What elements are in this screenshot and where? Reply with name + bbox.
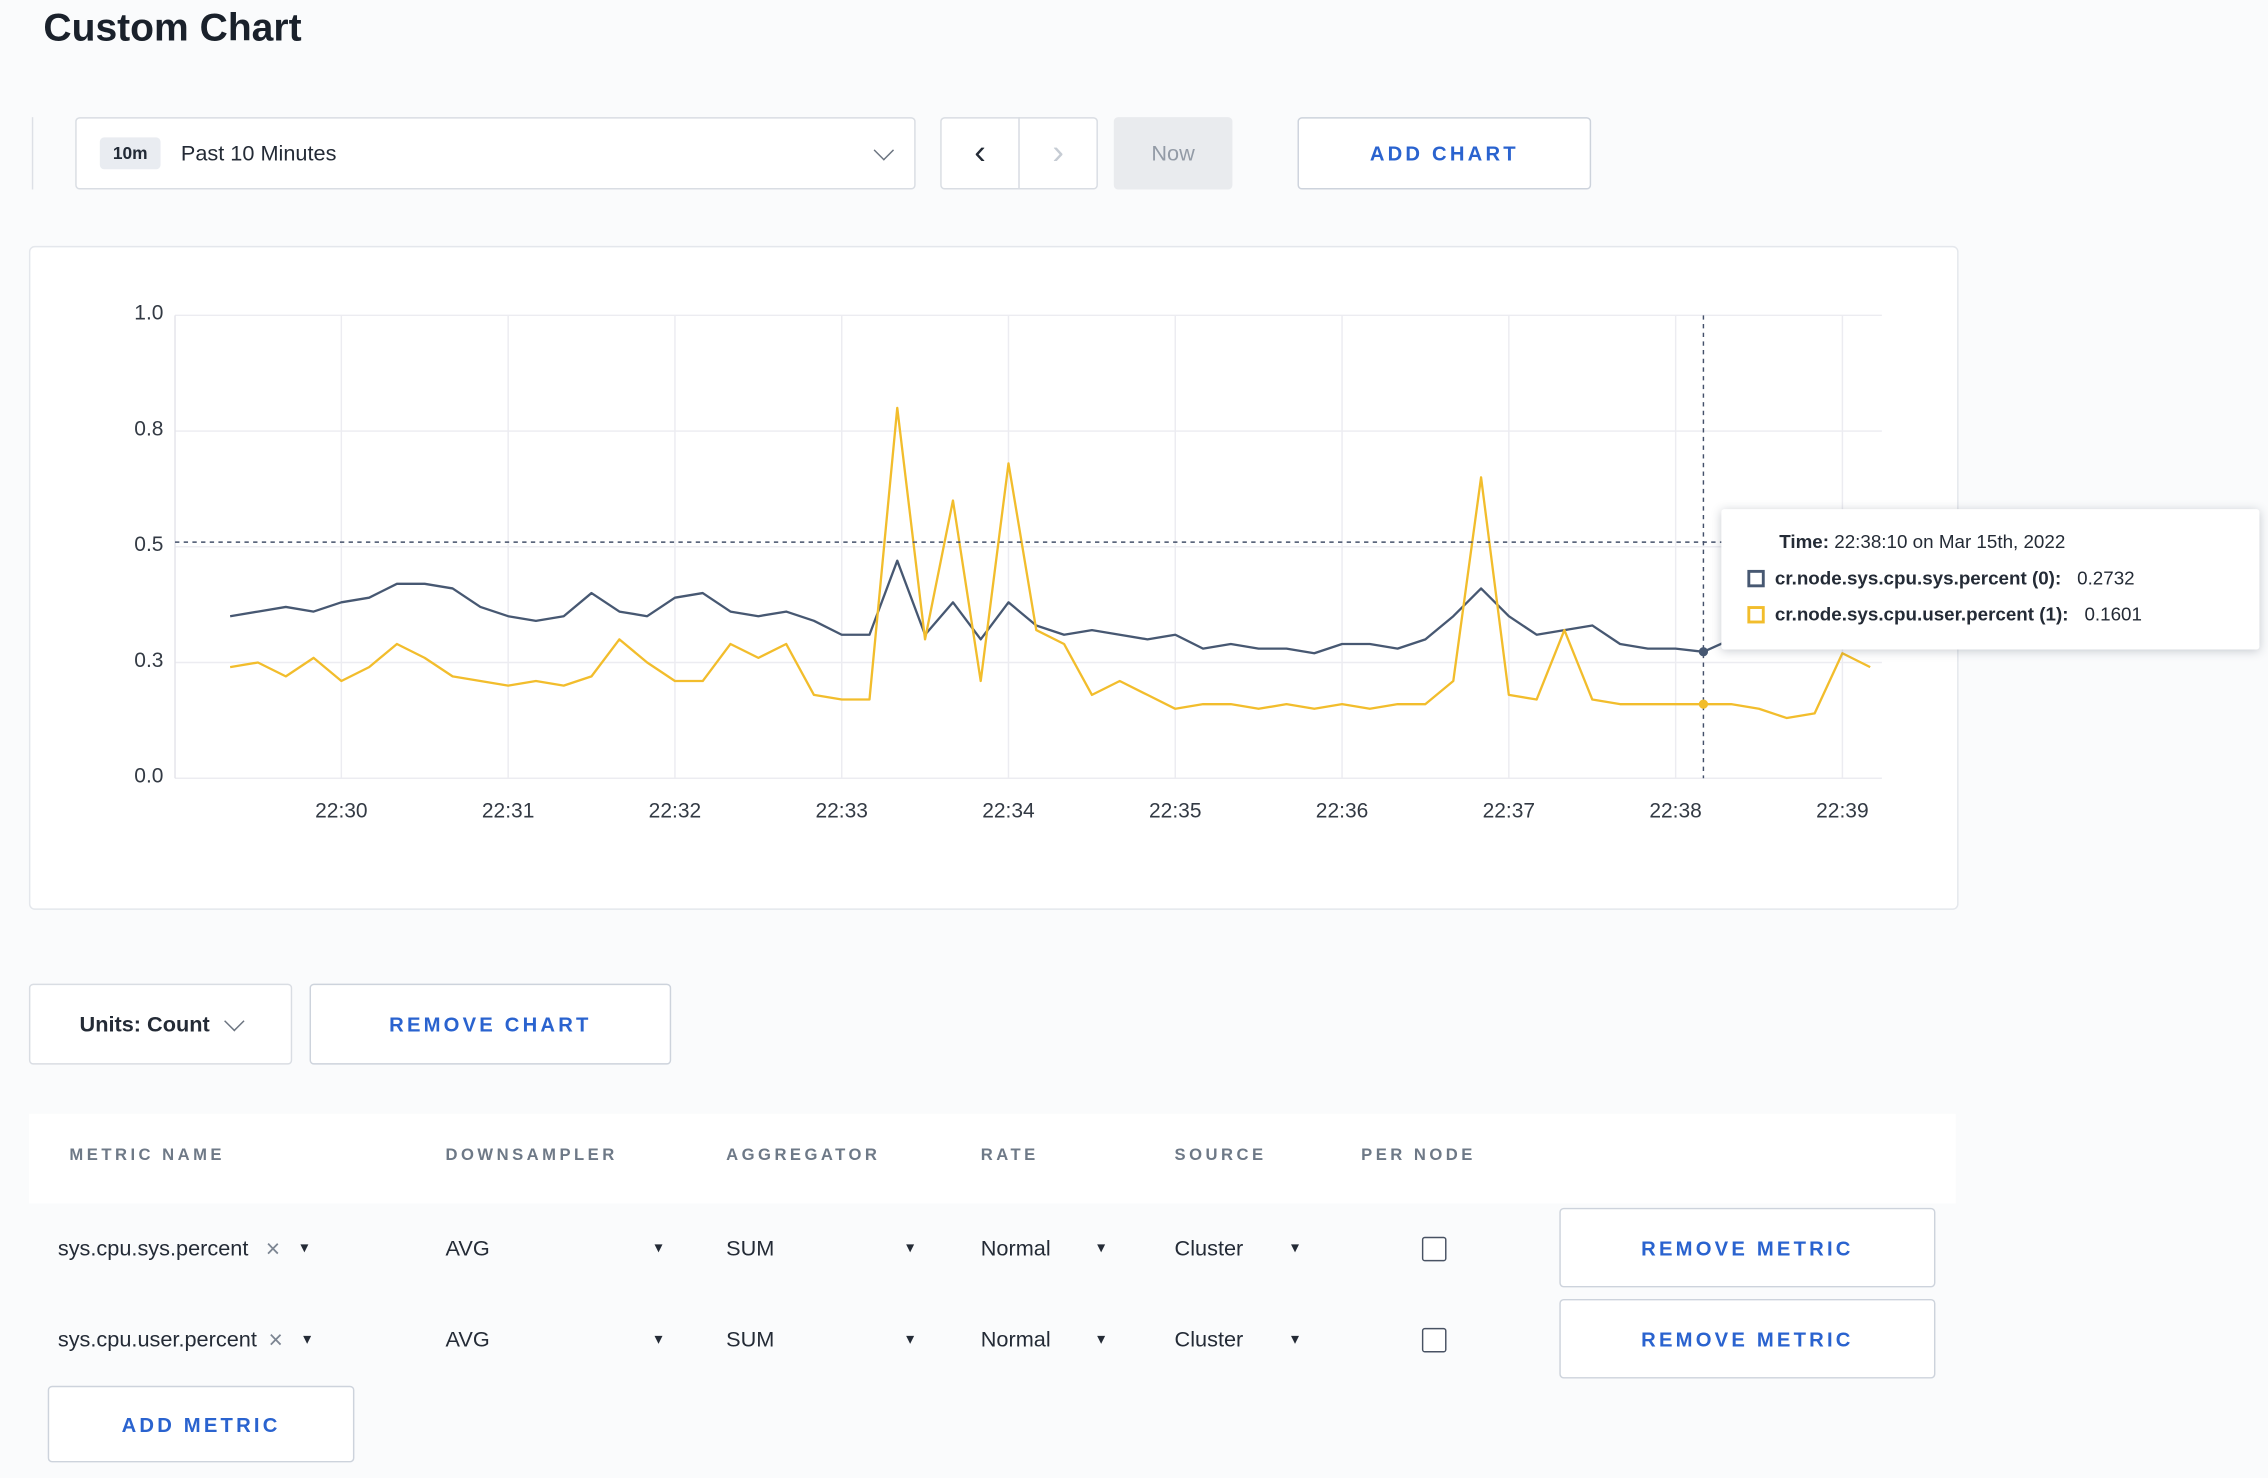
tooltip-series-value: 0.2732 bbox=[2077, 567, 2135, 589]
metric-name: sys.cpu.user.percent bbox=[57, 1327, 257, 1353]
dropdown-caret-icon: ▾ bbox=[300, 1239, 309, 1258]
source-select[interactable]: Cluster ▾ bbox=[1175, 1295, 1299, 1386]
tooltip-series-row: cr.node.sys.cpu.user.percent (1): 0.1601 bbox=[1747, 603, 2233, 625]
metrics-table-header: METRIC NAME DOWNSAMPLER AGGREGATOR RATE … bbox=[28, 1113, 1956, 1204]
clear-icon[interactable]: × bbox=[268, 1328, 282, 1353]
x-tick-label: 22:30 bbox=[315, 799, 368, 824]
dropdown-caret-icon: ▾ bbox=[906, 1330, 915, 1349]
downsampler-value: AVG bbox=[445, 1236, 490, 1262]
downsampler-value: AVG bbox=[445, 1327, 490, 1353]
x-tick-label: 22:36 bbox=[1315, 799, 1369, 824]
y-tick-label: 1.0 bbox=[134, 302, 164, 326]
col-header-source: SOURCE bbox=[1174, 1147, 1267, 1165]
x-tick-label: 22:37 bbox=[1482, 799, 1536, 824]
prev-time-button[interactable]: ‹ bbox=[940, 117, 1020, 190]
x-tick-label: 22:31 bbox=[481, 799, 535, 824]
dropdown-caret-icon: ▾ bbox=[1097, 1330, 1106, 1349]
chevron-left-icon: ‹ bbox=[974, 133, 986, 173]
time-range-dropdown[interactable]: 10m Past 10 Minutes bbox=[75, 117, 916, 190]
tooltip-series-name: cr.node.sys.cpu.sys.percent (0): bbox=[1774, 567, 2062, 589]
dropdown-caret-icon: ▾ bbox=[303, 1330, 312, 1349]
dropdown-caret-icon: ▾ bbox=[654, 1330, 663, 1349]
series-swatch-icon bbox=[1747, 605, 1765, 623]
tooltip-time-label: Time: bbox=[1779, 530, 1830, 553]
tooltip-series-name: cr.node.sys.cpu.user.percent (1): bbox=[1774, 603, 2069, 625]
rate-select[interactable]: Normal ▾ bbox=[981, 1203, 1105, 1294]
metric-name: sys.cpu.sys.percent bbox=[57, 1236, 249, 1262]
col-header-downsampler: DOWNSAMPLER bbox=[445, 1147, 618, 1165]
per-node-checkbox[interactable] bbox=[1421, 1327, 1447, 1353]
dropdown-caret-icon: ▾ bbox=[654, 1239, 663, 1258]
next-time-button[interactable]: › bbox=[1018, 117, 1098, 190]
table-row: sys.cpu.sys.percent × ▾ AVG ▾ SUM ▾ Norm… bbox=[29, 1203, 1956, 1294]
per-node-checkbox[interactable] bbox=[1421, 1236, 1447, 1262]
time-range-badge: 10m bbox=[99, 137, 161, 170]
toolbar-divider bbox=[31, 117, 34, 190]
chevron-down-icon bbox=[873, 140, 895, 161]
time-pager: ‹ › bbox=[940, 117, 1098, 190]
chart-card: 0.0 0.3 0.5 0.8 1.0 22:30 22:31 22:32 22:33 22:3… bbox=[28, 245, 1959, 910]
x-tick-label: 22:38 bbox=[1649, 799, 1702, 824]
tooltip-time-row: Time: 22:38:10 on Mar 15th, 2022 bbox=[1779, 531, 2233, 553]
aggregator-select[interactable]: SUM ▾ bbox=[726, 1203, 914, 1294]
source-value: Cluster bbox=[1174, 1236, 1244, 1262]
x-tick-label: 22:32 bbox=[648, 799, 702, 824]
add-chart-button[interactable]: ADD CHART bbox=[1297, 117, 1592, 190]
metric-name-select[interactable]: sys.cpu.sys.percent × ▾ bbox=[58, 1203, 309, 1294]
col-header-per-node: PER NODE bbox=[1361, 1147, 1476, 1165]
clear-icon[interactable]: × bbox=[266, 1237, 280, 1262]
y-tick-label: 0.5 bbox=[134, 533, 164, 557]
tooltip-series-value: 0.1601 bbox=[2084, 603, 2142, 625]
metric-name-select[interactable]: sys.cpu.user.percent × ▾ bbox=[58, 1295, 311, 1386]
rate-value: Normal bbox=[980, 1236, 1051, 1262]
units-label: Units: Count bbox=[79, 1011, 210, 1037]
x-tick-label: 22:33 bbox=[815, 799, 868, 824]
source-select[interactable]: Cluster ▾ bbox=[1175, 1203, 1299, 1294]
rate-value: Normal bbox=[980, 1327, 1051, 1353]
chevron-right-icon: › bbox=[1052, 133, 1064, 173]
per-node-cell bbox=[1421, 1295, 1447, 1386]
aggregator-value: SUM bbox=[726, 1236, 775, 1262]
remove-metric-button[interactable]: REMOVE METRIC bbox=[1559, 1298, 1936, 1379]
x-tick-label: 22:34 bbox=[982, 799, 1035, 824]
chart-tooltip: Time: 22:38:10 on Mar 15th, 2022 cr.node… bbox=[1721, 509, 2260, 650]
source-value: Cluster bbox=[1174, 1327, 1244, 1353]
remove-metric-button[interactable]: REMOVE METRIC bbox=[1559, 1207, 1936, 1288]
downsampler-select[interactable]: AVG ▾ bbox=[446, 1295, 663, 1386]
dropdown-caret-icon: ▾ bbox=[1290, 1330, 1299, 1349]
rate-select[interactable]: Normal ▾ bbox=[981, 1295, 1105, 1386]
x-tick-label: 22:39 bbox=[1816, 799, 1869, 824]
dropdown-caret-icon: ▾ bbox=[1290, 1239, 1299, 1258]
chevron-down-icon bbox=[224, 1011, 245, 1032]
per-node-cell bbox=[1421, 1203, 1447, 1294]
y-tick-label: 0.8 bbox=[134, 418, 164, 442]
series-swatch-icon bbox=[1747, 569, 1765, 587]
add-metric-button[interactable]: ADD METRIC bbox=[47, 1385, 355, 1463]
tooltip-time-value: 22:38:10 on Mar 15th, 2022 bbox=[1834, 530, 2066, 553]
dropdown-caret-icon: ▾ bbox=[1097, 1239, 1106, 1258]
aggregator-value: SUM bbox=[726, 1327, 775, 1353]
tooltip-series-row: cr.node.sys.cpu.sys.percent (0): 0.2732 bbox=[1747, 567, 2233, 589]
y-tick-label: 0.3 bbox=[134, 649, 164, 673]
now-button[interactable]: Now bbox=[1113, 117, 1233, 190]
y-tick-label: 0.0 bbox=[134, 765, 164, 789]
table-row: sys.cpu.user.percent × ▾ AVG ▾ SUM ▾ Nor… bbox=[29, 1295, 1956, 1386]
units-dropdown[interactable]: Units: Count bbox=[28, 983, 293, 1065]
x-tick-label: 22:35 bbox=[1149, 799, 1202, 824]
col-header-aggregator: AGGREGATOR bbox=[726, 1147, 881, 1165]
dropdown-caret-icon: ▾ bbox=[906, 1239, 915, 1258]
col-header-metric-name: METRIC NAME bbox=[69, 1147, 225, 1165]
remove-chart-button[interactable]: REMOVE CHART bbox=[309, 983, 672, 1065]
time-range-label: Past 10 Minutes bbox=[180, 141, 337, 166]
downsampler-select[interactable]: AVG ▾ bbox=[446, 1203, 663, 1294]
col-header-rate: RATE bbox=[980, 1147, 1039, 1165]
aggregator-select[interactable]: SUM ▾ bbox=[726, 1295, 914, 1386]
page-title: Custom Chart bbox=[43, 5, 302, 50]
